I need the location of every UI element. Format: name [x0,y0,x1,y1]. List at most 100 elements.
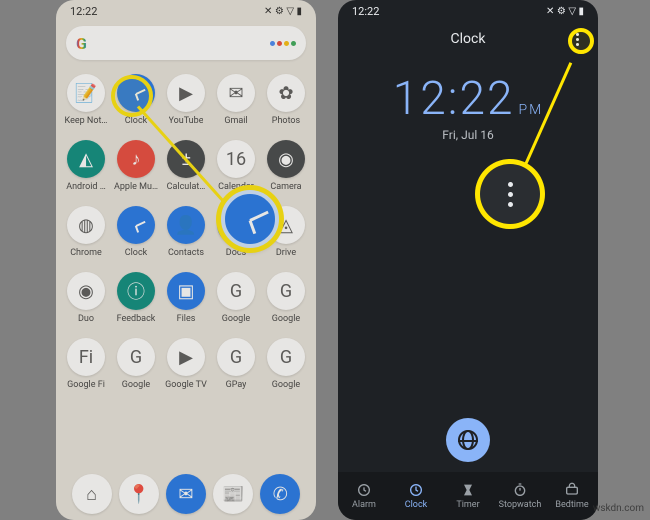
dock-home[interactable]: ⌂ [72,474,112,514]
header-title: Clock [451,31,486,47]
nav-clock[interactable]: Clock [390,472,442,520]
nav-label: Clock [405,500,427,510]
app-label: Feedback [117,314,156,324]
status-icons: ✕ ⚙ ▽ ▮ [546,6,584,17]
app-docs[interactable]: ▤Docs [214,206,258,258]
nav-bedtime[interactable]: Bedtime [546,472,598,520]
app-chrome[interactable]: ◍Chrome [64,206,108,258]
app-label: Camera [270,182,301,192]
app-google[interactable]: GGoogle [264,338,308,390]
clock-time: 12:22PM [338,72,598,126]
app-label: Files [177,314,196,324]
bottom-nav: Alarm Clock Timer Stopwatch Bedtime [338,472,598,520]
zoom-more-icon [480,164,540,224]
app-label: Google [122,380,150,390]
add-city-fab[interactable] [446,418,490,462]
app-photos[interactable]: ✿ Photos [264,74,308,126]
app-label: Drive [276,248,296,258]
app-label: Contacts [168,248,204,258]
app-gmail[interactable]: ✉Gmail [214,74,258,126]
status-icons: ✕ ⚙ ▽ ▮ [264,6,302,17]
app-label: Calculat… [167,182,206,192]
app-label: Apple Mu… [114,182,158,192]
clock-app: 12:22 ✕ ⚙ ▽ ▮ Clock 12:22PM Fri, Jul 16 … [338,0,598,520]
app-keep-not-[interactable]: 📝Keep Not… [64,74,108,126]
status-time: 12:22 [70,5,97,18]
nav-label: Bedtime [555,500,588,510]
app-label: YouTube [169,116,204,126]
home-screen: 12:22 ✕ ⚙ ▽ ▮ G 📝Keep Not… Clock ▶ YouTube ✉… [56,0,316,520]
app-icon: G [267,272,305,310]
app-label: Google Fi [67,380,105,390]
app-duo[interactable]: ◉ Duo [64,272,108,324]
nav-label: Stopwatch [499,500,542,510]
nav-label: Alarm [352,500,376,510]
app-apple-mu-[interactable]: ♪Apple Mu… [114,140,158,192]
dock-phone[interactable]: ✆ [260,474,300,514]
app-contacts[interactable]: 👤 Contacts [164,206,208,258]
app-label: Calendar [218,182,254,192]
app-label: Gmail [224,116,247,126]
app-icon: ▶ [167,338,205,376]
watermark: wskdn.com [593,503,644,514]
app-icon: ✿ [267,74,305,112]
app-label: Chrome [70,248,102,258]
nav-timer[interactable]: Timer [442,472,494,520]
dock: ⌂📍✉📰✆ [56,474,316,514]
app-label: Clock [125,116,147,126]
dock-messages[interactable]: ✉ [166,474,206,514]
app-icon: ⓘ [117,272,155,310]
app-icon [117,206,155,244]
app-icon: ± [167,140,205,178]
app-google-tv[interactable]: ▶ Google TV [164,338,208,390]
app-google[interactable]: GGoogle [264,272,308,324]
app-label: Google [272,380,300,390]
app-label: Google [222,314,250,324]
app-icon: ▶ [167,74,205,112]
app-google[interactable]: G Google [214,272,258,324]
app-icon: G [117,338,155,376]
nav-alarm[interactable]: Alarm [338,472,390,520]
app-youtube[interactable]: ▶ YouTube [164,74,208,126]
app-feedback[interactable]: ⓘ Feedback [114,272,158,324]
status-bar: 12:22 ✕ ⚙ ▽ ▮ [338,0,598,22]
search-bar[interactable]: G [66,26,306,60]
app-calculat-[interactable]: ± Calculat… [164,140,208,192]
app-files[interactable]: ▣ Files [164,272,208,324]
app-google-fi[interactable]: Fi Google Fi [64,338,108,390]
app-icon: ▤ [217,206,255,244]
app-header: Clock [338,22,598,56]
app-icon: 👤 [167,206,205,244]
nav-label: Timer [456,500,479,510]
app-icon: ◉ [267,140,305,178]
app-icon: Fi [67,338,105,376]
app-icon: ▣ [167,272,205,310]
app-label: Duo [78,314,94,324]
app-icon: 📝 [67,74,105,112]
app-gpay[interactable]: GGPay [214,338,258,390]
nav-stopwatch[interactable]: Stopwatch [494,472,546,520]
app-drive[interactable]: ◬ Drive [264,206,308,258]
app-icon: G [217,338,255,376]
app-icon: G [217,272,255,310]
google-logo-icon: G [76,34,87,53]
app-grid: 📝Keep Not… Clock ▶ YouTube ✉Gmail✿ Photos ◭And… [56,68,316,400]
assistant-icon[interactable] [270,41,296,46]
dock-news[interactable]: 📰 [213,474,253,514]
app-clock[interactable]: Clock [114,74,158,126]
more-options-button[interactable] [566,28,588,50]
app-android-[interactable]: ◭Android … [64,140,108,192]
app-icon: ◉ [67,272,105,310]
app-calendar[interactable]: 16Calendar [214,140,258,192]
app-clock[interactable]: Clock [114,206,158,258]
dock-maps[interactable]: 📍 [119,474,159,514]
app-label: Android … [66,182,106,192]
app-icon: ◬ [267,206,305,244]
app-icon [117,74,155,112]
app-label: Clock [125,248,147,258]
app-label: Google TV [165,380,207,390]
app-google[interactable]: G Google [114,338,158,390]
app-camera[interactable]: ◉ Camera [264,140,308,192]
time-hours-minutes: 12:22 [393,72,515,126]
app-label: Photos [272,116,300,126]
